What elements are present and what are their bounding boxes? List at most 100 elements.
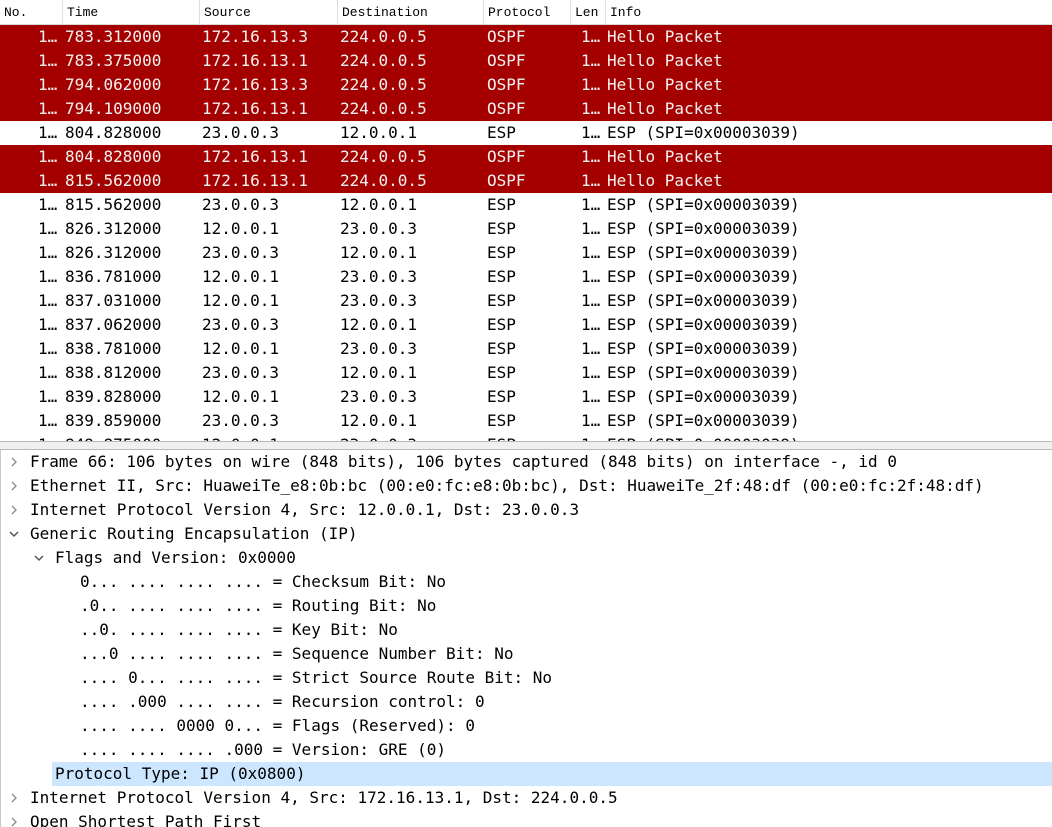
packet-row[interactable]: 1… 836.781000 12.0.0.1 23.0.0.3 ESP 1… ESP (SP… xyxy=(0,265,1052,289)
packet-row[interactable]: 1… 804.828000 23.0.0.3 12.0.0.1 ESP 1… ESP (SP… xyxy=(0,121,1052,145)
packet-row[interactable]: 1… 815.562000 172.16.13.1 224.0.0.5 OSPF 1… He… xyxy=(0,169,1052,193)
detail-item[interactable]: Internet Protocol Version 4, Src: 172.16… xyxy=(1,786,1052,810)
packet-info: Hello Packet xyxy=(607,147,723,166)
detail-text: Open Shortest Path First xyxy=(30,812,262,827)
packet-info: ESP (SPI=0x00003039) xyxy=(607,315,800,334)
column-header-length[interactable]: Len xyxy=(570,0,605,24)
packet-protocol: OSPF xyxy=(487,51,526,70)
packet-protocol: ESP xyxy=(487,195,516,214)
detail-item[interactable]: .0.. .... .... .... = Routing Bit: No xyxy=(1,594,1052,618)
packet-no: 1… xyxy=(38,219,58,238)
detail-text: Ethernet II, Src: HuaweiTe_e8:0b:bc (00:… xyxy=(30,476,984,495)
detail-text: ..0. .... .... .... = Key Bit: No xyxy=(80,620,398,639)
packet-info: ESP (SPI=0x00003039) xyxy=(607,339,800,358)
packet-protocol: ESP xyxy=(487,123,516,142)
packet-protocol: OSPF xyxy=(487,27,526,46)
chevron-right-icon[interactable] xyxy=(7,498,21,522)
column-header-info[interactable]: Info xyxy=(605,0,1052,24)
detail-item[interactable]: .... 0... .... .... = Strict Source Rout… xyxy=(1,666,1052,690)
column-header-no[interactable]: No. xyxy=(0,0,62,24)
packet-destination: 23.0.0.3 xyxy=(340,267,418,286)
packet-destination: 23.0.0.3 xyxy=(340,433,483,441)
detail-item[interactable]: 0... .... .... .... = Checksum Bit: No xyxy=(1,570,1052,594)
column-header-destination[interactable]: Destination xyxy=(337,0,483,24)
packet-row[interactable]: 1… 794.062000 172.16.13.3 224.0.0.5 OSPF 1… He… xyxy=(0,73,1052,97)
packet-row[interactable]: 1… 783.375000 172.16.13.1 224.0.0.5 OSPF 1… He… xyxy=(0,49,1052,73)
detail-item[interactable]: Open Shortest Path First xyxy=(1,810,1052,827)
column-header-time[interactable]: Time xyxy=(62,0,199,24)
detail-text: Internet Protocol Version 4, Src: 12.0.0… xyxy=(30,500,580,519)
packet-destination: 224.0.0.5 xyxy=(340,99,427,118)
packet-destination: 224.0.0.5 xyxy=(340,75,427,94)
packet-source: 12.0.0.1 xyxy=(202,433,337,441)
column-header-source[interactable]: Source xyxy=(199,0,337,24)
packet-time: 837.031000 xyxy=(65,291,162,310)
packet-info: ESP (SPI=0x00003039) xyxy=(607,411,800,430)
packet-no: 1… xyxy=(38,123,58,142)
detail-item[interactable]: Generic Routing Encapsulation (IP) xyxy=(1,522,1052,546)
packet-row[interactable]: 1… 838.812000 23.0.0.3 12.0.0.1 ESP 1… ESP (SP… xyxy=(0,361,1052,385)
packet-info: Hello Packet xyxy=(607,75,723,94)
detail-text: .0.. .... .... .... = Routing Bit: No xyxy=(80,596,437,615)
packet-source: 12.0.0.1 xyxy=(202,387,280,406)
packet-time: 826.312000 xyxy=(65,219,162,238)
packet-info: Hello Packet xyxy=(607,51,723,70)
detail-item[interactable]: Flags and Version: 0x0000 xyxy=(1,546,1052,570)
chevron-right-icon[interactable] xyxy=(7,786,21,810)
packet-info: ESP (SPI=0x00003039) xyxy=(607,195,800,214)
detail-item[interactable]: Frame 66: 106 bytes on wire (848 bits), … xyxy=(1,450,1052,474)
packet-row[interactable]: 1… 838.781000 12.0.0.1 23.0.0.3 ESP 1… ESP (SP… xyxy=(0,337,1052,361)
detail-item[interactable]: Ethernet II, Src: HuaweiTe_e8:0b:bc (00:… xyxy=(1,474,1052,498)
detail-text: Frame 66: 106 bytes on wire (848 bits), … xyxy=(30,452,897,471)
detail-item[interactable]: .... .... .... .000 = Version: GRE (0) xyxy=(1,738,1052,762)
packet-row[interactable]: 1… 837.062000 23.0.0.3 12.0.0.1 ESP 1… ESP (SP… xyxy=(0,313,1052,337)
packet-length: 1… xyxy=(581,99,601,118)
packet-row[interactable]: 1… 839.859000 23.0.0.3 12.0.0.1 ESP 1… ESP (SP… xyxy=(0,409,1052,433)
packet-length: 1… xyxy=(581,123,601,142)
packet-length: 1… xyxy=(581,387,601,406)
packet-row[interactable]: 1… 815.562000 23.0.0.3 12.0.0.1 ESP 1… ESP (SP… xyxy=(0,193,1052,217)
packet-destination: 23.0.0.3 xyxy=(340,291,418,310)
packet-row[interactable]: 1… 794.109000 172.16.13.1 224.0.0.5 OSPF 1… He… xyxy=(0,97,1052,121)
packet-row[interactable]: 1…849.87500012.0.0.123.0.0.3ESP1…ESP (SP… xyxy=(0,433,1052,441)
packet-protocol: ESP xyxy=(487,219,516,238)
packet-length: 1… xyxy=(581,315,601,334)
packet-info: ESP (SPI=0x00003039) xyxy=(607,433,1052,441)
packet-destination: 224.0.0.5 xyxy=(340,147,427,166)
detail-item[interactable]: .... .000 .... .... = Recursion control:… xyxy=(1,690,1052,714)
packet-time: 849.875000 xyxy=(65,433,199,441)
detail-item[interactable]: ...0 .... .... .... = Sequence Number Bi… xyxy=(1,642,1052,666)
chevron-down-icon[interactable] xyxy=(7,522,21,546)
detail-item[interactable]: Internet Protocol Version 4, Src: 12.0.0… xyxy=(1,498,1052,522)
chevron-right-icon[interactable] xyxy=(7,474,21,498)
packet-protocol: ESP xyxy=(487,363,516,382)
packet-row[interactable]: 1… 826.312000 12.0.0.1 23.0.0.3 ESP 1… ESP (SP… xyxy=(0,217,1052,241)
packet-protocol: ESP xyxy=(487,387,516,406)
packet-length: 1… xyxy=(581,75,601,94)
packet-length: 1… xyxy=(581,363,601,382)
packet-info: ESP (SPI=0x00003039) xyxy=(607,387,800,406)
chevron-right-icon[interactable] xyxy=(7,450,21,474)
chevron-right-icon[interactable] xyxy=(7,810,21,827)
column-header-protocol[interactable]: Protocol xyxy=(483,0,570,24)
packet-details-tree[interactable]: Frame 66: 106 bytes on wire (848 bits), … xyxy=(0,450,1052,827)
packet-row[interactable]: 1… 804.828000 172.16.13.1 224.0.0.5 OSPF 1… He… xyxy=(0,145,1052,169)
packet-no: 1… xyxy=(38,27,58,46)
detail-item[interactable]: .... .... 0000 0... = Flags (Reserved): … xyxy=(1,714,1052,738)
packet-source: 23.0.0.3 xyxy=(202,411,280,430)
detail-item[interactable]: ..0. .... .... .... = Key Bit: No xyxy=(1,618,1052,642)
pane-splitter[interactable] xyxy=(0,441,1052,450)
packet-length: 1… xyxy=(581,147,601,166)
packet-row[interactable]: 1… 826.312000 23.0.0.3 12.0.0.1 ESP 1… ESP (SP… xyxy=(0,241,1052,265)
detail-item-selected[interactable]: Protocol Type: IP (0x0800) xyxy=(1,762,1052,786)
packet-row[interactable]: 1… 783.312000 172.16.13.3 224.0.0.5 OSPF 1… He… xyxy=(0,25,1052,49)
packet-row[interactable]: 1… 837.031000 12.0.0.1 23.0.0.3 ESP 1… ESP (SP… xyxy=(0,289,1052,313)
packet-destination: 12.0.0.1 xyxy=(340,195,418,214)
packet-row[interactable]: 1… 839.828000 12.0.0.1 23.0.0.3 ESP 1… ESP (SP… xyxy=(0,385,1052,409)
packet-no: 1… xyxy=(38,51,58,70)
packet-list[interactable]: No. Time Source Destination Protocol Len… xyxy=(0,0,1052,441)
detail-text: Generic Routing Encapsulation (IP) xyxy=(30,524,358,543)
packet-destination: 12.0.0.1 xyxy=(340,243,418,262)
chevron-down-icon[interactable] xyxy=(32,546,46,570)
packet-length: 1… xyxy=(581,433,605,441)
